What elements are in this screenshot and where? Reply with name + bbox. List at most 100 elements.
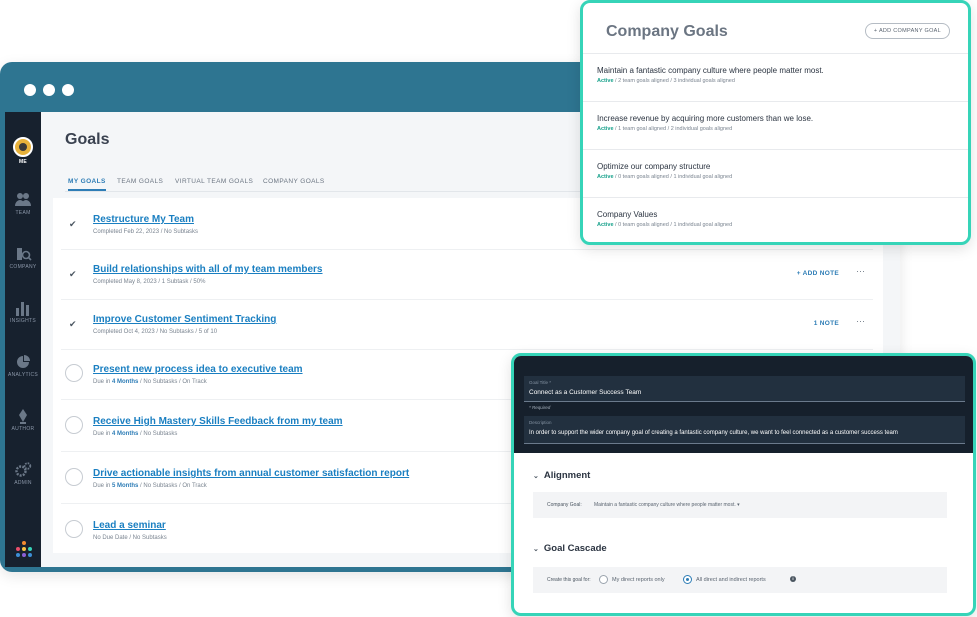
company-goals-title: Company Goals <box>606 23 728 40</box>
more-options-icon[interactable]: ··· <box>856 316 865 326</box>
company-goal-item[interactable]: Increase revenue by acquiring more custo… <box>583 102 968 150</box>
goal-title-link[interactable]: Restructure My Team <box>93 214 194 225</box>
cascade-section-toggle[interactable]: ⌄ Goal Cascade <box>533 543 607 554</box>
add-note-button[interactable]: + ADD NOTE <box>797 270 839 277</box>
company-goal-name: Company Values <box>597 210 658 219</box>
tab-my-goals[interactable]: MY GOALS <box>68 178 106 191</box>
goal-title-link[interactable]: Lead a seminar <box>93 520 166 531</box>
goal-title-link[interactable]: Receive High Mastery Skills Feedback fro… <box>93 416 343 427</box>
page-title: Goals <box>65 131 110 148</box>
sidebar-item-label: AUTHOR <box>11 426 35 432</box>
sidebar-item-label: COMPANY <box>9 264 37 270</box>
status-badge: Active <box>597 126 614 132</box>
alignment-box: Company Goal: Maintain a fantastic compa… <box>533 492 947 518</box>
cascade-box: Create this goal for: My direct reports … <box>533 567 947 593</box>
goal-row: ✔ Improve Customer Sentiment Tracking Co… <box>61 300 873 350</box>
add-company-goal-button[interactable]: + ADD COMPANY GOAL <box>864 23 950 39</box>
window-dot <box>43 84 55 96</box>
tab-virtual-team-goals[interactable]: VIRTUAL TEAM GOALS <box>175 178 253 185</box>
alignment-heading: Alignment <box>543 470 591 481</box>
checkmark-icon[interactable]: ✔ <box>69 269 77 280</box>
sidebar-item-label: ADMIN <box>14 480 32 486</box>
radio-label: All direct and indirect reports <box>696 577 766 583</box>
status-badge: Active <box>597 78 614 84</box>
description-value: In order to support the wider company go… <box>529 430 898 436</box>
goal-title-link[interactable]: Build relationships with all of my team … <box>93 264 323 275</box>
company-goal-name: Increase revenue by acquiring more custo… <box>597 114 814 123</box>
radio-all-reports[interactable] <box>683 575 692 584</box>
sidebar-item-label: INSIGHTS <box>9 318 36 324</box>
cascade-label: Create this goal for: <box>547 577 591 583</box>
window-dot <box>24 84 36 96</box>
goal-meta: Completed Oct 4, 2023 / No Subtasks / 5 … <box>93 329 218 335</box>
sidebar-item-admin[interactable]: ADMIN <box>5 462 41 486</box>
brand-logo-icon <box>16 541 32 557</box>
description-field[interactable]: Description In order to support the wide… <box>524 416 965 444</box>
sidebar-item-label: ANALYTICS <box>7 372 39 378</box>
goal-title-link[interactable]: Present new process idea to executive te… <box>93 364 303 375</box>
goal-meta: Completed May 8, 2023 / 1 Subtask / 50% <box>93 279 206 285</box>
sidebar-item-me[interactable]: ME <box>5 137 41 165</box>
status-badge: Active <box>597 174 614 180</box>
tab-team-goals[interactable]: TEAM GOALS <box>117 178 163 185</box>
notes-button[interactable]: 1 NOTE <box>814 320 839 327</box>
bar-chart-icon <box>16 302 29 316</box>
company-search-icon <box>17 248 32 261</box>
goal-meta: Due in 5 Months / No Subtasks / On Track <box>93 483 207 489</box>
company-goal-name: Maintain a fantastic company culture whe… <box>597 66 824 75</box>
company-goals-card: Company Goals + ADD COMPANY GOAL Maintai… <box>580 0 971 245</box>
company-goal-name: Optimize our company structure <box>597 162 711 171</box>
chevron-down-icon: ⌄ <box>533 473 539 480</box>
chevron-down-icon: ⌄ <box>533 546 539 553</box>
company-goal-meta: Active / 2 team goals aligned / 3 indivi… <box>597 78 735 84</box>
goal-meta: Completed Feb 22, 2023 / No Subtasks <box>93 229 199 235</box>
avatar <box>13 137 33 157</box>
company-goal-item[interactable]: Maintain a fantastic company culture whe… <box>583 54 968 102</box>
goal-title-label: Goal Title * <box>529 380 552 385</box>
complete-goal-checkbox[interactable] <box>65 468 83 486</box>
company-goal-select[interactable]: Maintain a fantastic company culture whe… <box>594 502 740 508</box>
complete-goal-checkbox[interactable] <box>65 520 83 538</box>
company-goal-meta: Active / 0 team goals aligned / 1 indivi… <box>597 222 733 228</box>
pen-nib-icon <box>19 409 27 424</box>
complete-goal-checkbox[interactable] <box>65 364 83 382</box>
description-label: Description <box>529 420 552 425</box>
company-goal-meta: Active / 1 team goal aligned / 2 individ… <box>597 126 733 132</box>
complete-goal-checkbox[interactable] <box>65 416 83 434</box>
sidebar-item-team[interactable]: TEAM <box>5 192 41 216</box>
checkmark-icon[interactable]: ✔ <box>69 219 77 230</box>
radio-direct-reports[interactable] <box>599 575 608 584</box>
sidebar-item-analytics[interactable]: ANALYTICS <box>5 354 41 378</box>
goal-row: ✔ Build relationships with all of my tea… <box>61 250 873 300</box>
info-icon[interactable]: i <box>790 576 796 582</box>
gears-icon <box>15 462 32 477</box>
company-goal-item[interactable]: Optimize our company structure Active / … <box>583 150 968 198</box>
goal-title-field[interactable]: Goal Title * Connect as a Customer Succe… <box>524 376 965 402</box>
status-badge: Active <box>597 222 614 228</box>
goal-meta: No Due Date / No Subtasks <box>93 535 167 541</box>
sidebar-item-label: ME <box>18 159 28 165</box>
goal-title-link[interactable]: Drive actionable insights from annual cu… <box>93 468 409 479</box>
goal-form-header: Goal Title * Connect as a Customer Succe… <box>514 356 973 453</box>
required-note: * Required <box>529 405 551 410</box>
company-goal-item[interactable]: Company Values Active / 0 team goals ali… <box>583 198 968 246</box>
alignment-section-toggle[interactable]: ⌄ Alignment <box>533 470 590 481</box>
sidebar-item-insights[interactable]: INSIGHTS <box>5 300 41 324</box>
team-icon <box>15 193 31 206</box>
company-goal-meta: Active / 0 team goals aligned / 1 indivi… <box>597 174 733 180</box>
company-goal-label: Company Goal: <box>547 502 582 508</box>
goal-title-link[interactable]: Improve Customer Sentiment Tracking <box>93 314 276 325</box>
radio-label: My direct reports only <box>612 577 665 583</box>
goal-meta: Due in 4 Months / No Subtasks / On Track <box>93 379 207 385</box>
more-options-icon[interactable]: ··· <box>856 266 865 276</box>
company-goal-list: Maintain a fantastic company culture whe… <box>583 53 968 246</box>
checkmark-icon[interactable]: ✔ <box>69 319 77 330</box>
tab-company-goals[interactable]: COMPANY GOALS <box>263 178 325 185</box>
cascade-heading: Goal Cascade <box>543 543 607 554</box>
sidebar: ME TEAM COMPANY INSIGHTS ANALYTICS AUTHO… <box>5 112 41 567</box>
sidebar-item-company[interactable]: COMPANY <box>5 246 41 270</box>
goal-title-value: Connect as a Customer Success Team <box>529 389 642 396</box>
window-dot <box>62 84 74 96</box>
sidebar-item-author[interactable]: AUTHOR <box>5 408 41 432</box>
sidebar-item-label: TEAM <box>15 210 31 216</box>
